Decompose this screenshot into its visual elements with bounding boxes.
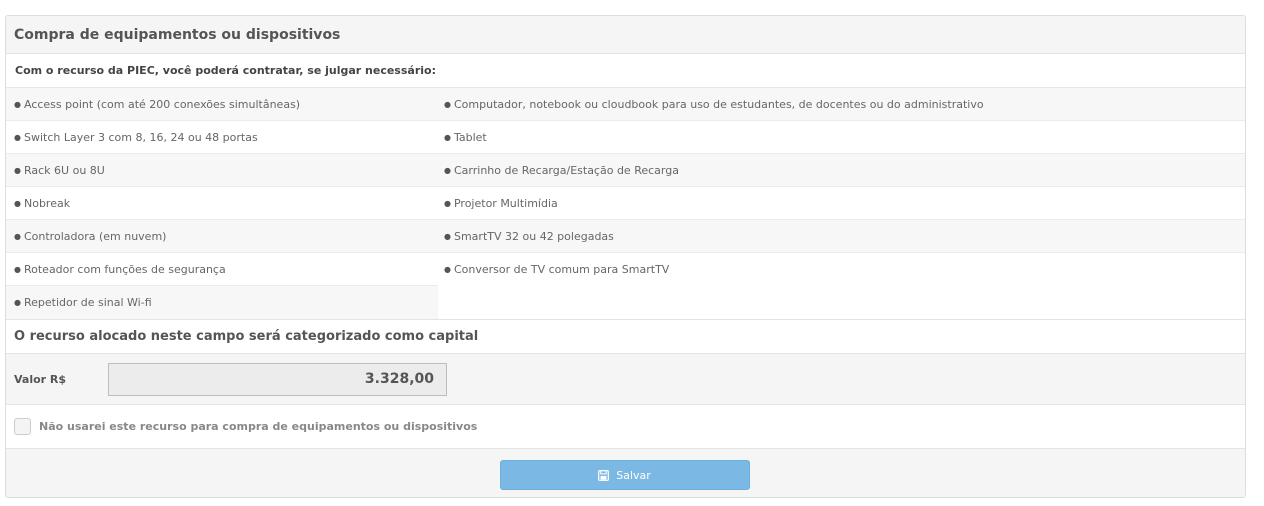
bullet-icon: ● (14, 298, 21, 307)
opt-out-row: Não usarei este recurso para compra de e… (6, 405, 1245, 449)
items-right-column: ● Computador, notebook ou cloudbook para … (438, 88, 1245, 319)
list-item: ● Switch Layer 3 com 8, 16, 24 ou 48 port… (6, 121, 438, 154)
items-left-column: ● Access point (com até 200 conexões simu… (6, 88, 438, 319)
panel-title: Compra de equipamentos ou dispositivos (6, 16, 1245, 54)
equipment-panel: Compra de equipamentos ou dispositivos C… (5, 15, 1246, 498)
bullet-icon: ● (444, 165, 451, 175)
list-item: ● Roteador com funções de segurança (6, 253, 438, 286)
list-item: ● Repetidor de sinal Wi-fi (6, 286, 438, 319)
list-item: ● Projetor Multimídia (438, 187, 1245, 220)
bullet-icon: ● (14, 165, 21, 175)
opt-out-checkbox[interactable] (14, 418, 31, 435)
panel-footer: Salvar (6, 449, 1245, 497)
opt-out-label[interactable]: Não usarei este recurso para compra de e… (39, 420, 477, 433)
bullet-icon: ● (444, 99, 451, 109)
capital-note: O recurso alocado neste campo será categ… (6, 319, 1245, 354)
list-item: ● Computador, notebook ou cloudbook para … (438, 88, 1245, 121)
list-item: ● Conversor de TV comum para SmartTV (444, 263, 670, 276)
bullet-icon: ● (14, 198, 21, 208)
bullet-icon: ● (444, 132, 451, 142)
valor-field[interactable]: 3.328,00 (108, 362, 447, 396)
list-item: ● Rack 6U ou 8U (6, 154, 438, 187)
save-button-label: Salvar (616, 468, 651, 482)
bullet-icon: ● (14, 264, 21, 274)
list-item: ● Tablet (438, 121, 1245, 154)
bullet-icon: ● (14, 132, 21, 142)
list-item: ● Controladora (em nuvem) (6, 220, 438, 253)
bullet-icon: ● (444, 265, 451, 274)
valor-label: Valor R$ (14, 372, 67, 386)
list-item: ● Access point (com até 200 conexões simu… (6, 88, 438, 121)
bullet-icon: ● (14, 231, 21, 241)
intro-text: Com o recurso da PIEC, você poderá contr… (6, 54, 1245, 88)
list-item: ● Carrinho de Recarga/Estação de Recarga (438, 154, 1245, 187)
items-grid: ● Access point (com até 200 conexões simu… (6, 88, 1245, 319)
bullet-icon: ● (14, 99, 21, 109)
bullet-icon: ● (444, 198, 451, 208)
save-button[interactable]: Salvar (499, 460, 750, 490)
valor-row: Valor R$ 3.328,00 (6, 354, 1245, 405)
list-item: ● SmartTV 32 ou 42 polegadas (438, 220, 1245, 253)
list-item: ● Nobreak (6, 187, 438, 220)
save-icon (598, 469, 610, 481)
bullet-icon: ● (444, 231, 451, 241)
